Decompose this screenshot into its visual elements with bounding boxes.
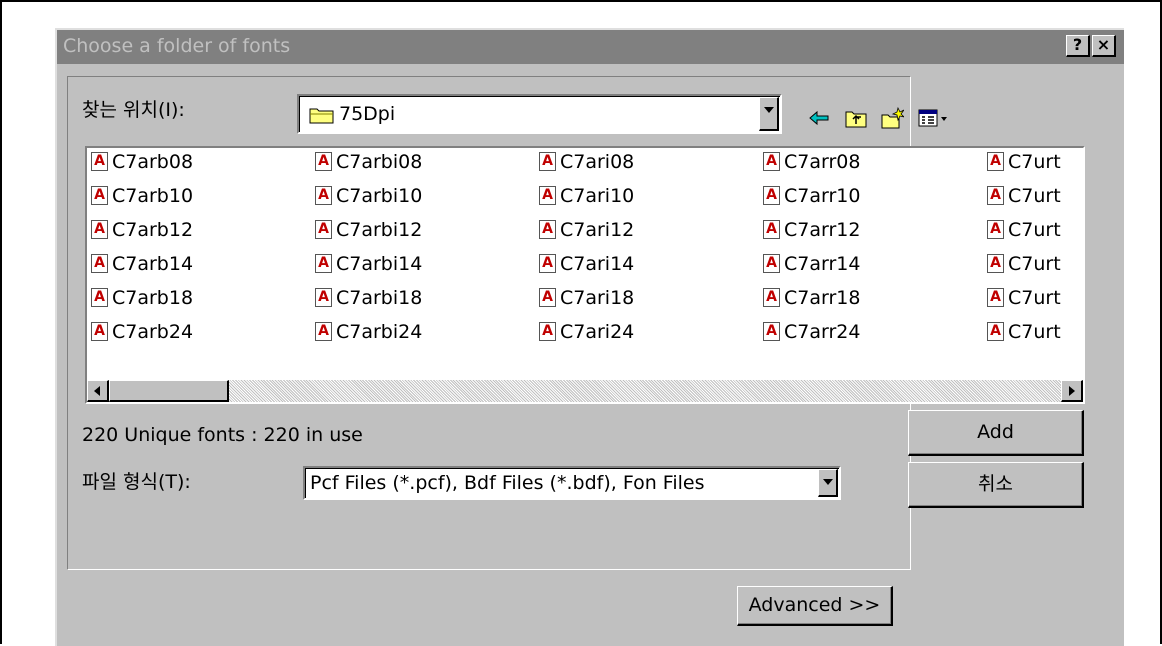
scroll-right-button[interactable] [1061,380,1083,402]
font-file-icon: A [987,288,1004,307]
font-file-icon: A [763,220,780,239]
font-file-icon: A [91,254,108,273]
list-item[interactable]: A C7arb12 [91,216,193,244]
file-list[interactable]: A C7arb08 A C7arb10 A C7arb12 A C7arb14 A C7a… [85,146,1085,404]
list-item[interactable]: A C7arb08 [91,148,193,176]
back-icon[interactable] [807,106,831,130]
horizontal-scrollbar[interactable] [87,380,1083,402]
outer-frame-top [0,0,1162,2]
scroll-left-button[interactable] [87,380,109,402]
font-file-icon: A [315,152,332,171]
list-item[interactable]: A C7ari12 [539,216,634,244]
list-item[interactable]: A C7ari24 [539,318,634,346]
title-bar[interactable]: Choose a folder of fonts ? × [57,30,1124,64]
file-type-value: Pcf Files (*.pcf), Bdf Files (*.bdf), Fo… [310,472,705,494]
cancel-button[interactable]: 취소 [908,462,1084,508]
list-item[interactable]: A C7urt [987,216,1061,244]
list-item[interactable]: A C7arb10 [91,182,193,210]
list-item[interactable]: A C7ari18 [539,284,634,312]
arrow-left-icon [94,386,100,396]
font-file-icon: A [763,288,780,307]
new-folder-icon[interactable] [880,106,904,130]
font-file-icon: A [539,254,556,273]
help-button[interactable]: ? [1066,35,1090,57]
advanced-button[interactable]: Advanced >> [737,586,893,626]
list-item[interactable]: A C7arbi14 [315,250,422,278]
font-file-icon: A [539,220,556,239]
list-item[interactable]: A C7ari14 [539,250,634,278]
choose-font-folder-dialog: Choose a folder of fonts ? × 찾는 위치(I): 7… [55,28,1124,646]
arrow-right-icon [1069,386,1075,396]
font-file-icon: A [91,186,108,205]
font-file-icon: A [91,322,108,341]
close-button[interactable]: × [1092,35,1116,57]
file-type-combo[interactable]: Pcf Files (*.pcf), Bdf Files (*.bdf), Fo… [303,466,841,500]
font-file-icon: A [987,152,1004,171]
list-item[interactable]: A C7arr18 [763,284,860,312]
dialog-title: Choose a folder of fonts [63,35,291,57]
look-in-dropdown-button[interactable] [759,97,779,131]
font-file-icon: A [763,322,780,341]
look-in-value: 75Dpi [339,103,396,125]
list-item[interactable]: A C7urt [987,148,1061,176]
scroll-thumb[interactable] [109,380,229,402]
font-file-icon: A [315,186,332,205]
font-file-icon: A [987,254,1004,273]
font-file-icon: A [91,152,108,171]
font-file-icon: A [539,322,556,341]
font-file-icon: A [987,220,1004,239]
outer-frame-left [0,0,2,644]
font-file-icon: A [987,322,1004,341]
list-item[interactable]: A C7arr12 [763,216,860,244]
font-file-icon: A [315,220,332,239]
folder-icon [309,108,334,124]
font-file-icon: A [987,186,1004,205]
font-file-icon: A [763,254,780,273]
font-file-icon: A [315,254,332,273]
look-in-label: 찾는 위치(I): [82,99,185,121]
list-item[interactable]: A C7arbi12 [315,216,422,244]
list-item[interactable]: A C7urt [987,284,1061,312]
add-button[interactable]: Add [908,410,1084,456]
list-item[interactable]: A C7arb14 [91,250,193,278]
font-file-icon: A [763,186,780,205]
font-file-icon: A [539,288,556,307]
look-in-combo[interactable]: 75Dpi [297,94,782,134]
list-item[interactable]: A C7arr10 [763,182,860,210]
font-file-icon: A [539,186,556,205]
file-type-label: 파일 형식(T): [82,471,191,493]
list-item[interactable]: A C7urt [987,250,1061,278]
font-file-icon: A [315,288,332,307]
font-file-icon: A [91,220,108,239]
status-text: 220 Unique fonts : 220 in use [82,424,363,446]
list-item[interactable]: A C7arr08 [763,148,860,176]
list-item[interactable]: A C7arr14 [763,250,860,278]
list-item[interactable]: A C7arbi08 [315,148,422,176]
list-item[interactable]: A C7arbi24 [315,318,422,346]
file-type-dropdown-button[interactable] [818,469,838,497]
font-file-icon: A [315,322,332,341]
up-folder-icon[interactable] [844,106,868,130]
list-item[interactable]: A C7ari08 [539,148,634,176]
list-item[interactable]: A C7arbi18 [315,284,422,312]
list-item[interactable]: A C7ari10 [539,182,634,210]
font-file-icon: A [539,152,556,171]
list-item[interactable]: A C7urt [987,182,1061,210]
list-item[interactable]: A C7arb18 [91,284,193,312]
font-file-icon: A [91,288,108,307]
list-item[interactable]: A C7arb24 [91,318,193,346]
list-item[interactable]: A C7urt [987,318,1061,346]
view-menu-icon[interactable] [917,106,951,130]
list-item[interactable]: A C7arbi10 [315,182,422,210]
list-item[interactable]: A C7arr24 [763,318,860,346]
font-file-icon: A [763,152,780,171]
